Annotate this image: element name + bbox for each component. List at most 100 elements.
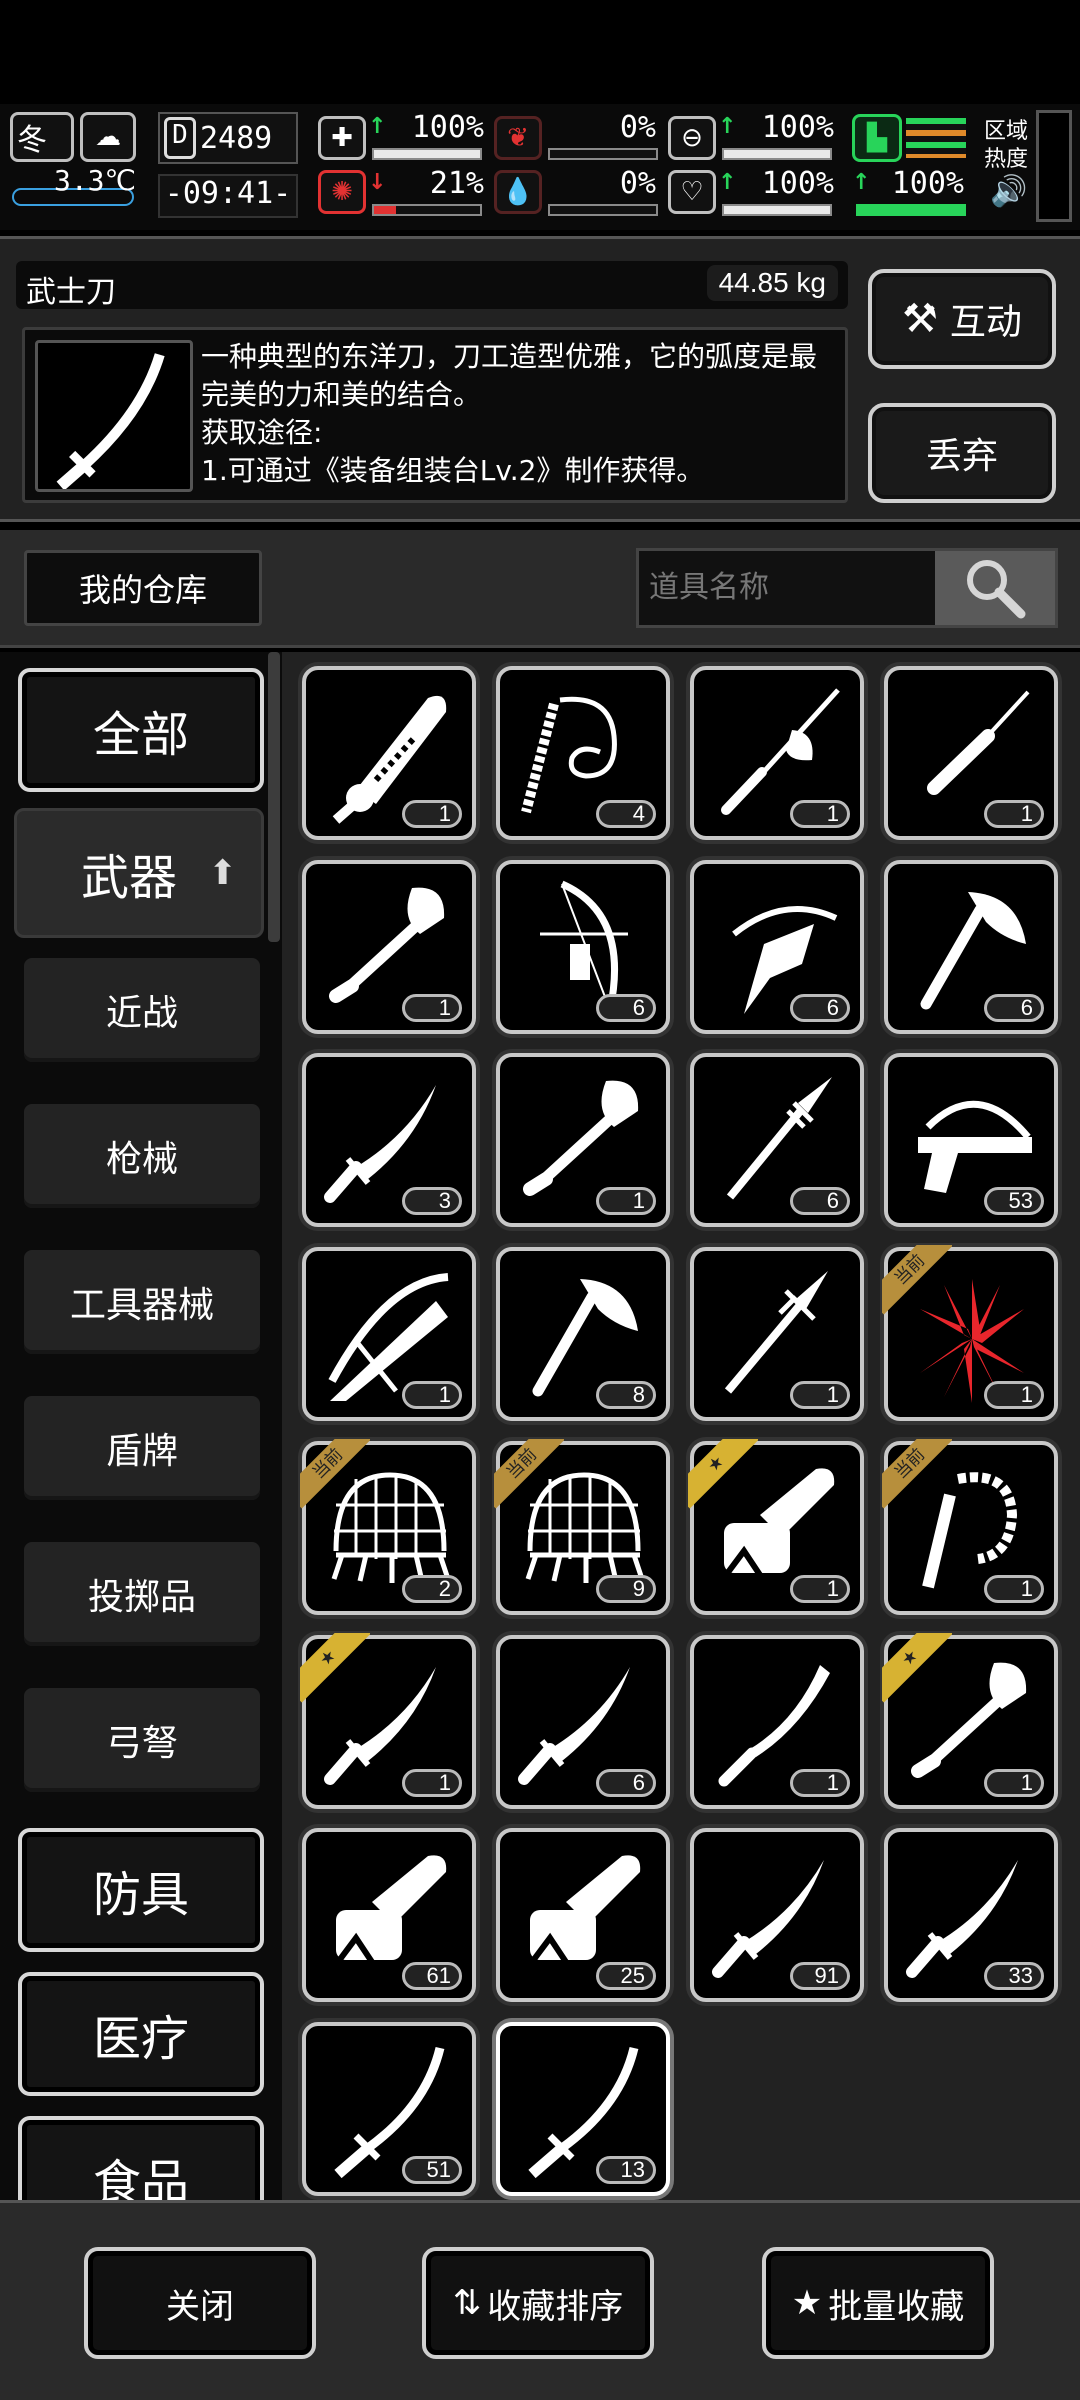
subcategory-shields[interactable]: 盾牌	[24, 1396, 260, 1500]
close-button[interactable]: 关闭	[84, 2247, 316, 2359]
item-count: 1	[984, 800, 1044, 828]
batch-favorite-button[interactable]: ★ 批量收藏	[762, 2247, 994, 2359]
clock: -09:41-	[158, 174, 298, 218]
equipped-ribbon: 当前	[882, 1438, 952, 1509]
item-count: 33	[984, 1962, 1044, 1991]
item-count: 6	[596, 1768, 656, 1797]
category-armor[interactable]: 防具	[18, 1828, 264, 1952]
category-weapons[interactable]: 武器 ⬆	[14, 808, 264, 938]
interact-button-label: 互动	[949, 302, 1022, 343]
boot-icon: ▙	[852, 114, 902, 162]
item-slot[interactable]: 25	[496, 1828, 670, 2003]
item-slot[interactable]: 6	[884, 859, 1058, 1034]
search-input[interactable]	[639, 551, 939, 625]
zone-heat-label: 区域热度	[984, 119, 1029, 172]
item-slot[interactable]: 当前 2	[300, 1438, 476, 1615]
item-slot[interactable]: 33	[884, 1828, 1058, 2003]
item-count: 1	[402, 993, 462, 1022]
item-slot[interactable]: 1	[302, 666, 476, 840]
item-slot[interactable]: 当前 1	[882, 1245, 1058, 1422]
item-slot[interactable]: 1	[690, 1634, 864, 1809]
item-count: 1	[790, 1381, 850, 1410]
item-slot[interactable]: 51	[302, 2021, 476, 2196]
item-slot[interactable]: 6	[496, 859, 670, 1034]
katana-icon	[35, 340, 193, 492]
item-slot[interactable]: 61	[302, 1828, 476, 2003]
tab-my-warehouse[interactable]: 我的仓库	[24, 550, 262, 626]
item-slot[interactable]: ★ 1	[300, 1632, 476, 1809]
item-slot[interactable]: 1	[690, 1247, 864, 1422]
item-slot[interactable]: 3	[302, 1053, 476, 1228]
item-count: 1	[402, 1381, 462, 1410]
stamina-bar	[722, 148, 832, 160]
item-count: 3	[402, 1187, 462, 1216]
subcategory-tools[interactable]: 工具器械	[24, 1250, 260, 1354]
stomach-icon: ❦	[494, 116, 542, 160]
hammer-hand-icon: ⚒	[902, 296, 938, 342]
sort-favorites-label: 收藏排序	[487, 2286, 624, 2327]
star-icon: ★	[688, 1438, 758, 1509]
sidebar-scrollbar[interactable]	[268, 652, 280, 942]
item-count: 6	[984, 993, 1044, 1022]
discard-button[interactable]: 丢弃	[868, 403, 1056, 503]
item-count: 1	[984, 1768, 1044, 1797]
item-slot[interactable]: 1	[302, 859, 476, 1034]
equipped-label: 当前	[300, 1438, 370, 1509]
item-count: 25	[596, 1962, 656, 1991]
search-box	[636, 548, 1058, 628]
favorite-ribbon-icon: ★	[882, 1632, 952, 1703]
hunger-value: 0%	[619, 110, 656, 145]
item-slot[interactable]: 91	[690, 1828, 864, 2003]
item-slot[interactable]: ★ 1	[882, 1632, 1058, 1809]
water-drop-icon: 💧	[494, 170, 542, 214]
subcategory-throwables[interactable]: 投掷品	[24, 1542, 260, 1646]
item-slot[interactable]: ★ 1	[688, 1438, 864, 1615]
item-slot[interactable]: 当前 1	[882, 1438, 1058, 1615]
item-slot[interactable]: 8	[496, 1247, 670, 1422]
category-weapons-label: 武器	[80, 850, 177, 906]
sort-favorites-button[interactable]: ⇅ 收藏排序	[422, 2247, 654, 2359]
item-count: 91	[790, 1962, 850, 1991]
category-food[interactable]: 食品	[18, 2116, 264, 2200]
item-count: 1	[402, 800, 462, 828]
zone-heat-meter	[1036, 110, 1072, 222]
item-count: 53	[984, 1187, 1044, 1216]
item-slot[interactable]: 4	[496, 666, 670, 840]
item-slot[interactable]: 1	[884, 666, 1058, 840]
subcategory-firearms[interactable]: 枪械	[24, 1104, 260, 1208]
search-button[interactable]	[935, 551, 1055, 625]
favorite-ribbon-icon: ★	[688, 1438, 758, 1509]
energy-stripes	[906, 118, 966, 158]
day-icon: D	[164, 117, 196, 159]
source-label: 获取途径:	[201, 416, 323, 449]
item-count: 1	[402, 1768, 462, 1797]
item-slot[interactable]: 1	[496, 1053, 670, 1228]
item-slot[interactable]: 13	[496, 2021, 670, 2196]
item-slot[interactable]: 1	[302, 1247, 476, 1422]
discard-button-label: 丢弃	[925, 436, 998, 477]
temperature-value: 3.3℃	[53, 164, 136, 197]
item-slot[interactable]: 6	[496, 1634, 670, 1809]
item-slot[interactable]: 当前 9	[494, 1438, 670, 1615]
virus-icon: ✺	[318, 170, 366, 214]
item-count: 2	[402, 1574, 462, 1603]
star-icon: ★	[300, 1632, 370, 1703]
subcategory-bows[interactable]: 弓弩	[24, 1688, 260, 1792]
subcategory-melee[interactable]: 近战	[24, 958, 260, 1062]
item-slot[interactable]: 1	[690, 666, 864, 840]
item-slot[interactable]: 6	[690, 1053, 864, 1228]
mood-value: 100%	[761, 166, 834, 201]
infection-bar	[372, 204, 482, 216]
item-count: 1	[790, 1768, 850, 1797]
interact-button[interactable]: ⚒ 互动	[868, 269, 1056, 369]
item-slot[interactable]: 6	[690, 859, 864, 1034]
category-sidebar: 全部 武器 ⬆ 近战 枪械 工具器械 盾牌 投掷品 弓弩 防具 医疗 食品	[0, 652, 282, 2200]
category-all[interactable]: 全部	[18, 668, 264, 792]
item-name: 武士刀	[26, 275, 116, 310]
item-slot[interactable]: 53	[884, 1053, 1058, 1228]
mood-bar	[722, 204, 832, 216]
item-weight: 44.85 kg	[706, 265, 838, 301]
category-medical[interactable]: 医疗	[18, 1972, 264, 2096]
collapse-arrow-icon: ⬆	[208, 853, 238, 893]
speaker-icon[interactable]: 🔊	[990, 174, 1027, 209]
